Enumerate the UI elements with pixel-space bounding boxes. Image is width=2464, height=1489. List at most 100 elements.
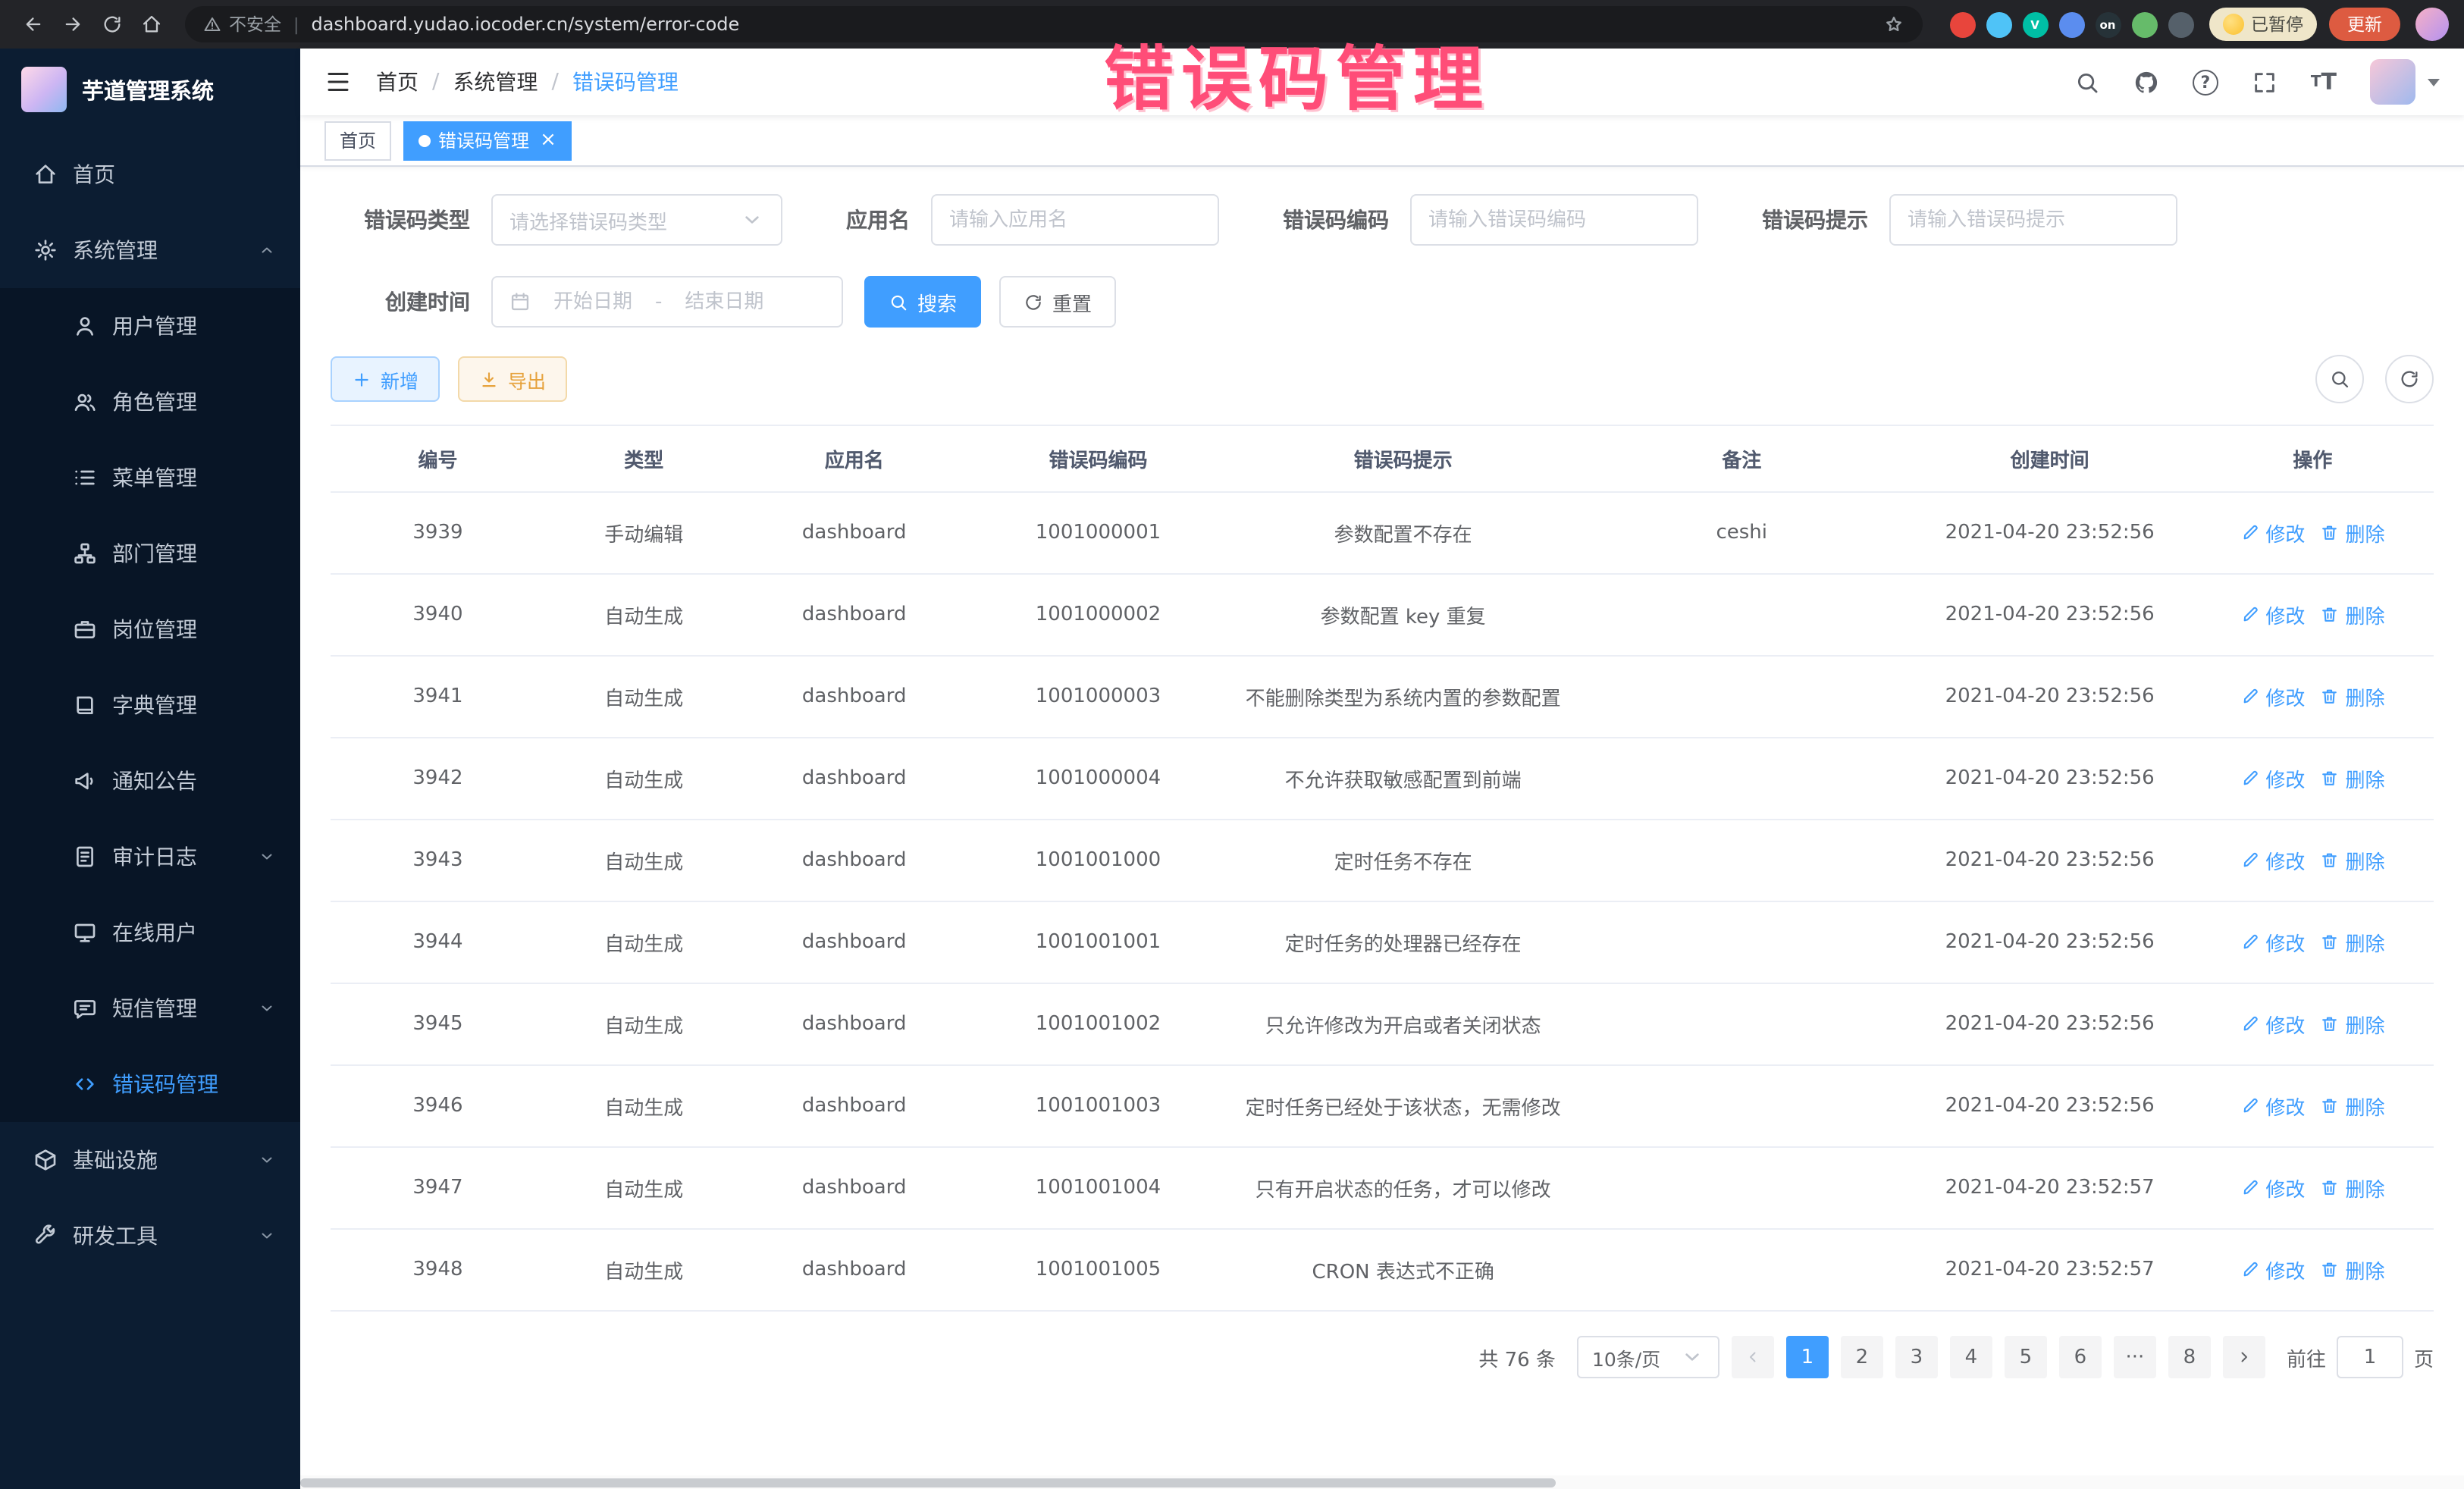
edit-button[interactable]: 修改: [2240, 1009, 2305, 1038]
fullscreen-icon[interactable]: [2252, 69, 2277, 95]
add-button[interactable]: 新增: [331, 356, 440, 402]
edit-button[interactable]: 修改: [2240, 763, 2305, 792]
page-button[interactable]: 1: [1786, 1336, 1829, 1378]
edit-button[interactable]: 修改: [2240, 1091, 2305, 1120]
reset-button[interactable]: 重置: [999, 276, 1116, 328]
date-range-picker[interactable]: -: [491, 276, 843, 328]
app-name-input[interactable]: [949, 208, 1201, 231]
extension-icon[interactable]: on: [2095, 11, 2121, 37]
extension-icon[interactable]: [1949, 11, 1975, 37]
sidebar-item-dept[interactable]: 部门管理: [0, 516, 300, 591]
delete-button[interactable]: 删除: [2320, 1173, 2384, 1202]
header-search-icon[interactable]: [2074, 69, 2100, 95]
error-hint-input[interactable]: [1908, 208, 2159, 231]
edit-button[interactable]: 修改: [2240, 927, 2305, 956]
sidebar-item-post[interactable]: 岗位管理: [0, 591, 300, 667]
sidebar-item-home[interactable]: 首页: [0, 136, 300, 212]
browser-home-button[interactable]: [133, 6, 170, 42]
sidebar-item-notice[interactable]: 通知公告: [0, 743, 300, 819]
tag-error-code[interactable]: 错误码管理 ×: [403, 121, 572, 160]
page-button[interactable]: 3: [1895, 1336, 1938, 1378]
refresh-table-button[interactable]: [2385, 355, 2434, 403]
scrollbar-thumb[interactable]: [300, 1478, 1555, 1487]
end-date-input[interactable]: [671, 290, 777, 313]
breadcrumb-item-home[interactable]: 首页: [376, 67, 419, 97]
sidebar-item-role[interactable]: 角色管理: [0, 364, 300, 440]
address-bar[interactable]: 不安全 | dashboard.yudao.iocoder.cn/system/…: [185, 6, 1922, 42]
page-button[interactable]: 2: [1841, 1336, 1883, 1378]
pager-ellipsis[interactable]: ···: [2114, 1336, 2156, 1378]
help-icon[interactable]: ?: [2193, 69, 2218, 95]
browser-back-button[interactable]: [15, 6, 52, 42]
sidebar-item-error-code[interactable]: 错误码管理: [0, 1046, 300, 1122]
sidebar-item-user[interactable]: 用户管理: [0, 288, 300, 364]
edit-button[interactable]: 修改: [2240, 518, 2305, 547]
cell-app: dashboard: [743, 983, 966, 1065]
github-icon[interactable]: [2133, 69, 2159, 95]
page-button[interactable]: 6: [2059, 1336, 2102, 1378]
profile-paused-chip[interactable]: 已暂停: [2209, 8, 2317, 41]
sidebar-item-dict[interactable]: 字典管理: [0, 667, 300, 743]
page-size-select[interactable]: 10条/页: [1577, 1336, 1719, 1378]
browser-reload-button[interactable]: [94, 6, 130, 42]
toggle-search-button[interactable]: [2315, 355, 2364, 403]
extension-icon[interactable]: [2058, 11, 2084, 37]
browser-forward-button[interactable]: [55, 6, 91, 42]
edit-button[interactable]: 修改: [2240, 682, 2305, 710]
delete-button[interactable]: 删除: [2320, 845, 2384, 874]
caret-down-icon[interactable]: [2428, 78, 2440, 86]
sidebar-item-devtool[interactable]: 研发工具: [0, 1198, 300, 1274]
sidebar-item-label: 角色管理: [112, 387, 197, 417]
export-button[interactable]: 导出: [458, 356, 567, 402]
goto-page-input[interactable]: [2337, 1336, 2403, 1378]
page-button[interactable]: 5: [2005, 1336, 2047, 1378]
delete-button[interactable]: 删除: [2320, 682, 2384, 710]
prev-page-button[interactable]: [1732, 1336, 1774, 1378]
sidebar-item-label: 菜单管理: [112, 462, 197, 493]
bookmark-star-icon[interactable]: [1882, 14, 1904, 35]
edit-button[interactable]: 修改: [2240, 600, 2305, 629]
extension-icon[interactable]: V: [2022, 11, 2048, 37]
sidebar-item-sms[interactable]: 短信管理: [0, 970, 300, 1046]
extension-icon[interactable]: [1986, 11, 2011, 37]
page-button[interactable]: 8: [2168, 1336, 2211, 1378]
security-indicator[interactable]: 不安全: [203, 12, 281, 36]
delete-button[interactable]: 删除: [2320, 1009, 2384, 1038]
app-logo[interactable]: 芋道管理系统: [0, 49, 300, 130]
tag-close-icon[interactable]: ×: [540, 130, 556, 150]
browser-avatar[interactable]: [2415, 8, 2449, 41]
edit-button[interactable]: 修改: [2240, 1255, 2305, 1284]
delete-button[interactable]: 删除: [2320, 600, 2384, 629]
delete-button[interactable]: 删除: [2320, 1255, 2384, 1284]
delete-button[interactable]: 删除: [2320, 763, 2384, 792]
sidebar-item-audit-log[interactable]: 审计日志: [0, 819, 300, 895]
error-code-input[interactable]: [1428, 208, 1680, 231]
app-logo-image: [21, 67, 67, 112]
browser-update-button[interactable]: 更新: [2329, 8, 2400, 41]
column-header: 错误码编码: [966, 425, 1231, 492]
sidebar-item-system[interactable]: 系统管理: [0, 212, 300, 288]
delete-button[interactable]: 删除: [2320, 518, 2384, 547]
font-size-icon[interactable]: TT: [2311, 68, 2337, 96]
delete-button[interactable]: 删除: [2320, 1091, 2384, 1120]
extension-icon[interactable]: [2131, 11, 2157, 37]
total-count: 共 76 条: [1478, 1343, 1556, 1371]
breadcrumb-item-system[interactable]: 系统管理: [453, 67, 538, 97]
start-date-input[interactable]: [540, 290, 646, 313]
extension-icon[interactable]: [2168, 11, 2193, 37]
sidebar-item-menu[interactable]: 菜单管理: [0, 440, 300, 516]
edit-button[interactable]: 修改: [2240, 1173, 2305, 1202]
cell-code: 1001001003: [966, 1065, 1231, 1147]
delete-button[interactable]: 删除: [2320, 927, 2384, 956]
horizontal-scrollbar[interactable]: [300, 1475, 2464, 1489]
sidebar-toggle-icon[interactable]: [324, 68, 352, 96]
tag-home[interactable]: 首页: [324, 121, 391, 160]
user-avatar[interactable]: [2370, 59, 2415, 105]
sidebar-item-infra[interactable]: 基础设施: [0, 1122, 300, 1198]
error-type-select[interactable]: 请选择错误码类型: [491, 194, 782, 246]
edit-button[interactable]: 修改: [2240, 845, 2305, 874]
next-page-button[interactable]: [2223, 1336, 2265, 1378]
search-button[interactable]: 搜索: [864, 276, 981, 328]
page-button[interactable]: 4: [1950, 1336, 1992, 1378]
sidebar-item-online-user[interactable]: 在线用户: [0, 895, 300, 970]
